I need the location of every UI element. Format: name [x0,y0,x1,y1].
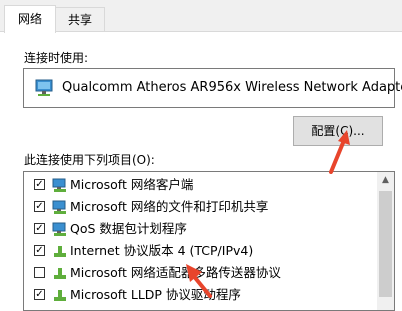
protocol-icon [52,265,68,281]
tab-sharing[interactable]: 共享 [55,7,105,32]
configure-button[interactable]: 配置(C)... [293,116,383,146]
adapter-name: Qualcomm Atheros AR956x Wireless Network… [62,80,402,95]
list-item[interactable]: ✓ Internet 协议版本 4 (TCP/IPv4) [24,240,374,262]
list-item-label: Microsoft 网络适配器多路传送器协议 [70,265,281,280]
list-item-label: Internet 协议版本 4 (TCP/IPv4) [70,243,254,258]
items-list[interactable]: ✓ Microsoft 网络客户端 ✓ Microsoft 网络的文件和打印机共… [23,171,395,311]
network-adapter-icon [34,78,56,98]
list-item[interactable]: ✓ QoS 数据包计划程序 [24,218,374,240]
list-scrollbar[interactable]: ▲ [377,172,394,310]
protocol-icon [52,243,68,259]
checkbox[interactable]: ✓ [34,201,45,212]
connect-using-label: 连接时使用: [24,51,89,65]
network-client-icon [52,177,68,193]
list-item[interactable]: ✓ Microsoft 网络的文件和打印机共享 [24,196,374,218]
checkbox[interactable]: ✓ [34,179,45,190]
network-service-icon [52,221,68,237]
protocol-icon [52,287,68,303]
items-label: 此连接使用下列项目(O): [24,153,155,167]
scroll-up-arrow-icon[interactable]: ▲ [377,172,394,189]
list-item-label: QoS 数据包计划程序 [70,221,187,236]
tab-network[interactable]: 网络 [4,5,56,33]
tab-bar: 网络 共享 [0,0,402,33]
list-item-label: Microsoft LLDP 协议驱动程序 [70,287,241,302]
checkbox[interactable]: ✓ [34,223,45,234]
network-service-icon [52,199,68,215]
list-item[interactable]: ✓ Microsoft 网络客户端 [24,174,374,196]
checkbox[interactable]: ✓ [34,289,45,300]
scroll-thumb[interactable] [379,191,392,297]
list-item-label: Microsoft 网络客户端 [70,177,194,192]
checkbox[interactable] [34,267,45,278]
checkbox[interactable]: ✓ [34,245,45,256]
adapter-field: Qualcomm Atheros AR956x Wireless Network… [23,68,402,108]
list-item-label: Microsoft 网络的文件和打印机共享 [70,199,269,214]
list-item[interactable]: ✓ Microsoft LLDP 协议驱动程序 [24,284,374,306]
list-item[interactable]: Microsoft 网络适配器多路传送器协议 [24,262,374,284]
